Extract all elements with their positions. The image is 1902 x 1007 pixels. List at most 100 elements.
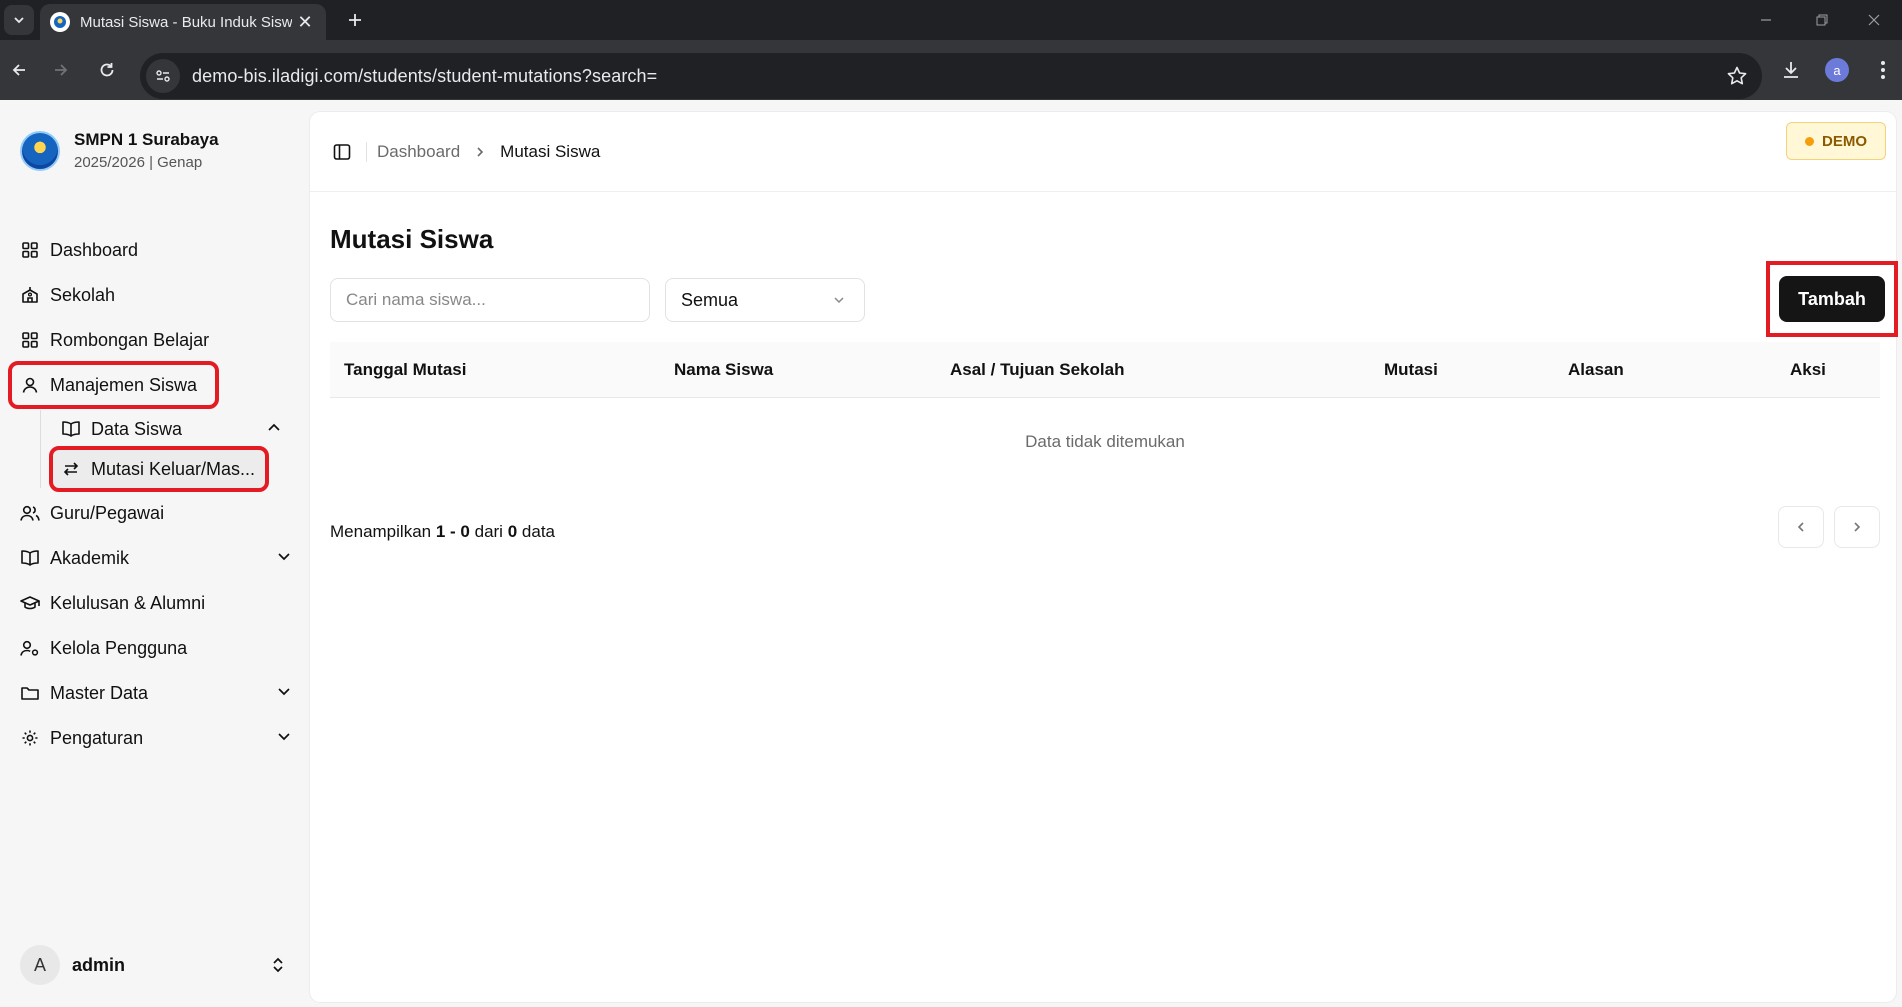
column-header[interactable]: Tanggal Mutasi bbox=[344, 360, 466, 380]
folder-icon bbox=[20, 683, 40, 703]
school-brand[interactable]: SMPN 1 Surabaya 2025/2026 | Genap bbox=[20, 130, 219, 171]
column-header[interactable]: Nama Siswa bbox=[674, 360, 773, 380]
school-building-icon bbox=[20, 285, 40, 305]
sidebar-item-label: Akademik bbox=[50, 547, 130, 568]
tab-title: Mutasi Siswa - Buku Induk Siswa bbox=[80, 13, 292, 31]
arrow-right-icon bbox=[55, 64, 68, 76]
browser-menu-button[interactable] bbox=[1868, 55, 1898, 85]
sidebar-toggle-icon[interactable] bbox=[332, 142, 352, 162]
address-bar[interactable]: demo-bis.iladigi.com/students/student-mu… bbox=[140, 53, 1762, 99]
school-name: SMPN 1 Surabaya bbox=[74, 130, 219, 149]
chevron-left-icon bbox=[1797, 522, 1804, 532]
sidebar-item-pengaturan[interactable]: Pengaturan bbox=[12, 718, 298, 758]
users-icon bbox=[20, 503, 40, 523]
next-page-button[interactable] bbox=[1834, 506, 1880, 548]
new-tab-button[interactable] bbox=[340, 5, 370, 35]
user-icon bbox=[20, 375, 40, 395]
back-button[interactable] bbox=[4, 55, 34, 85]
demo-badge: DEMO bbox=[1786, 122, 1886, 160]
sidebar-item-guru-pegawai[interactable]: Guru/Pegawai bbox=[12, 493, 298, 533]
profile-button[interactable]: a bbox=[1822, 55, 1852, 85]
sidebar-item-label: Master Data bbox=[50, 682, 149, 703]
forward-button[interactable] bbox=[46, 55, 76, 85]
page-title: Mutasi Siswa bbox=[330, 224, 494, 254]
mutation-type-select[interactable]: Semua bbox=[665, 278, 865, 322]
url-text: demo-bis.iladigi.com/students/student-mu… bbox=[192, 65, 658, 86]
sidebar-item-dashboard[interactable]: Dashboard bbox=[12, 230, 298, 270]
bookmark-star-icon[interactable] bbox=[1726, 65, 1748, 87]
pagination-of: dari bbox=[474, 522, 503, 541]
sidebar-item-label: Dashboard bbox=[50, 239, 139, 260]
sidebar-item-rombongan-belajar[interactable]: Rombongan Belajar bbox=[12, 320, 298, 360]
restore-button[interactable] bbox=[1794, 0, 1850, 40]
header-divider bbox=[366, 141, 367, 162]
sidebar-item-mutasi-keluar-masuk[interactable]: Mutasi Keluar/Mas... bbox=[49, 446, 269, 492]
book-open-icon bbox=[61, 419, 81, 439]
browser-tabbar: Mutasi Siswa - Buku Induk Siswa ✕ bbox=[0, 0, 1902, 40]
breadcrumb-dashboard[interactable]: Dashboard bbox=[377, 142, 460, 162]
column-header[interactable]: Mutasi bbox=[1384, 360, 1438, 380]
download-button[interactable] bbox=[1776, 55, 1806, 85]
arrows-left-right-icon bbox=[61, 459, 81, 479]
reload-button[interactable] bbox=[92, 55, 122, 85]
profile-avatar: a bbox=[1825, 58, 1849, 82]
pagination-total: 0 bbox=[507, 522, 518, 541]
demo-badge-label: DEMO bbox=[1822, 132, 1867, 150]
sidebar-item-sekolah[interactable]: Sekolah bbox=[12, 275, 298, 315]
column-header[interactable]: Aksi bbox=[1790, 360, 1826, 380]
sidebar-item-data-siswa[interactable]: Data Siswa bbox=[53, 410, 298, 448]
add-button[interactable]: Tambah bbox=[1779, 276, 1885, 322]
grid-icon bbox=[20, 330, 40, 350]
demo-dot-icon bbox=[1805, 136, 1814, 146]
tab-close-icon[interactable]: ✕ bbox=[294, 12, 316, 33]
chevron-down-icon bbox=[276, 683, 292, 699]
school-logo bbox=[20, 130, 60, 171]
sidebar-item-kelulusan-alumni[interactable]: Kelulusan & Alumni bbox=[12, 583, 298, 623]
column-header[interactable]: Alasan bbox=[1568, 360, 1624, 380]
school-period: 2025/2026 | Genap bbox=[74, 154, 203, 171]
site-info-icon[interactable] bbox=[146, 59, 180, 93]
close-icon bbox=[1868, 14, 1880, 26]
sidebar-item-manajemen-siswa[interactable]: Manajemen Siswa bbox=[8, 361, 219, 409]
breadcrumb-current: Mutasi Siswa bbox=[500, 141, 601, 161]
sidebar: SMPN 1 Surabaya 2025/2026 | Genap Dashbo… bbox=[0, 100, 310, 1007]
sidebar-item-akademik[interactable]: Akademik bbox=[12, 538, 298, 578]
download-icon bbox=[1784, 62, 1798, 78]
school-favicon-icon bbox=[50, 12, 70, 32]
user-cog-icon bbox=[20, 638, 40, 658]
chevron-down-icon bbox=[276, 548, 292, 564]
sidebar-subnav-manajemen-siswa: Data Siswa Mutasi Keluar/Mas... bbox=[40, 410, 298, 492]
sidebar-item-label: Guru/Pegawai bbox=[50, 502, 165, 523]
chevron-right-icon bbox=[1854, 522, 1861, 532]
pagination-info: Menampilkan 1 - 0 dari 0 data bbox=[330, 522, 555, 542]
minimize-button[interactable] bbox=[1738, 0, 1794, 40]
restore-icon bbox=[1816, 14, 1828, 26]
previous-page-button[interactable] bbox=[1778, 506, 1824, 548]
plus-icon bbox=[349, 14, 361, 26]
chevron-down-icon bbox=[14, 17, 24, 24]
column-header[interactable]: Asal / Tujuan Sekolah bbox=[950, 360, 1124, 380]
avatar: A bbox=[20, 945, 60, 985]
close-window-button[interactable] bbox=[1846, 0, 1902, 40]
arrow-left-icon bbox=[12, 64, 25, 76]
page-header: Dashboard Mutasi Siswa DEMO bbox=[310, 112, 1896, 192]
mutation-table: Tanggal Mutasi Nama Siswa Asal / Tujuan … bbox=[330, 342, 1880, 486]
sidebar-item-master-data[interactable]: Master Data bbox=[12, 673, 298, 713]
table-header: Tanggal Mutasi Nama Siswa Asal / Tujuan … bbox=[330, 342, 1880, 398]
app-root: SMPN 1 Surabaya 2025/2026 | Genap Dashbo… bbox=[0, 100, 1902, 1007]
table-empty-state: Data tidak ditemukan bbox=[1025, 432, 1185, 451]
sidebar-item-label: Kelola Pengguna bbox=[50, 637, 188, 658]
minimize-icon bbox=[1761, 19, 1771, 21]
chevrons-up-down-icon bbox=[270, 956, 286, 974]
sidebar-item-kelola-pengguna[interactable]: Kelola Pengguna bbox=[12, 628, 298, 668]
search-input[interactable] bbox=[330, 278, 650, 322]
user-menu[interactable]: A admin bbox=[20, 943, 286, 987]
pagination-prefix: Menampilkan bbox=[330, 522, 432, 541]
tab-list-button[interactable] bbox=[4, 5, 34, 35]
chevron-down-icon bbox=[276, 728, 292, 744]
sidebar-item-label: Mutasi Keluar/Mas... bbox=[91, 458, 256, 479]
graduation-cap-icon bbox=[20, 593, 40, 613]
more-vertical-icon bbox=[1881, 61, 1885, 79]
browser-tab-active[interactable]: Mutasi Siswa - Buku Induk Siswa ✕ bbox=[40, 4, 326, 40]
select-value: Semua bbox=[681, 289, 739, 310]
